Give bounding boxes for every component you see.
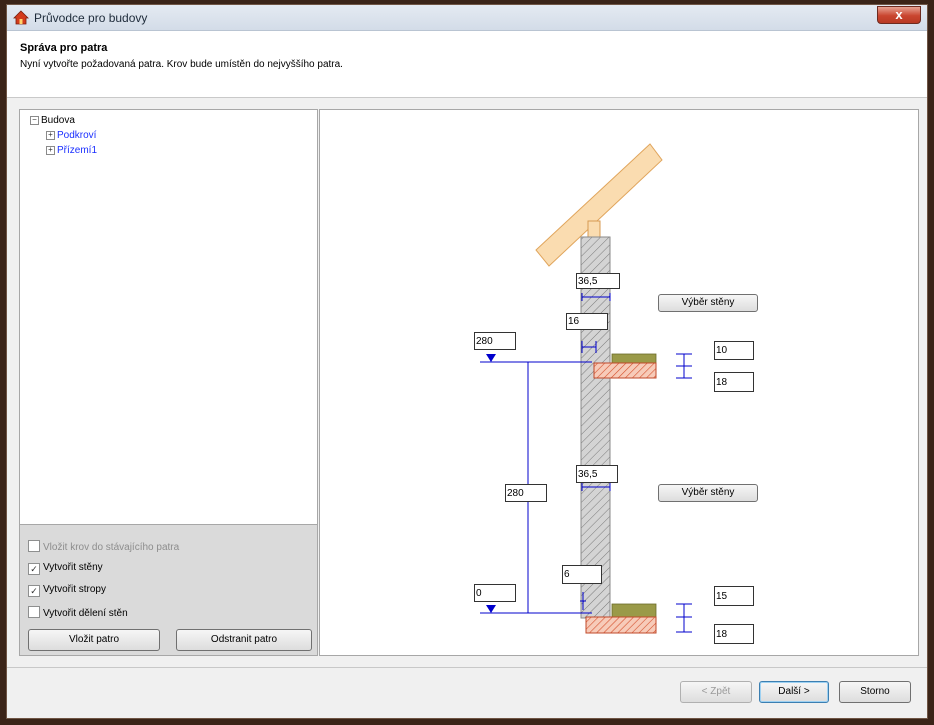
remove-floor-button[interactable]: Odstranit patro bbox=[176, 629, 312, 651]
next-button[interactable]: Další > bbox=[759, 681, 829, 703]
checkbox-checked-icon[interactable]: ✓ bbox=[28, 585, 40, 597]
expand-icon[interactable]: + bbox=[46, 146, 55, 155]
lower-floor-elevation-field[interactable] bbox=[474, 584, 516, 602]
lower-insulation-field[interactable] bbox=[562, 565, 602, 584]
create-wall-division-checkbox[interactable]: Vytvořit dělení stěn bbox=[28, 606, 128, 619]
insert-floor-button[interactable]: Vložit patro bbox=[28, 629, 160, 651]
back-button[interactable]: < Zpět bbox=[680, 681, 752, 703]
wall-section bbox=[580, 236, 611, 619]
roof-post bbox=[587, 220, 601, 239]
section-drawing-panel: Výběr stěny Výběr stěny bbox=[319, 109, 919, 656]
elevation-marker-upper bbox=[486, 354, 496, 362]
tree-item-podkrovi[interactable]: + Podkroví bbox=[46, 130, 96, 141]
upper-slab-bottom-field[interactable] bbox=[714, 372, 754, 392]
upper-wall-select-button[interactable]: Výběr stěny bbox=[658, 294, 758, 312]
checkbox-checked-icon[interactable]: ✓ bbox=[28, 563, 40, 575]
section-drawing bbox=[480, 143, 692, 634]
tree-root-label: Budova bbox=[41, 115, 75, 126]
building-tree: − Budova + Podkroví + Přízemí1 bbox=[19, 109, 318, 525]
lower-slab bbox=[585, 616, 657, 634]
page-subtitle: Nyní vytvořte požadovaná patra. Krov bud… bbox=[20, 59, 343, 70]
lower-slab-bottom-field[interactable] bbox=[714, 624, 754, 644]
house-icon bbox=[13, 10, 29, 25]
upper-insulation-field[interactable] bbox=[566, 313, 608, 330]
collapse-icon[interactable]: − bbox=[30, 116, 39, 125]
window-title: Průvodce pro budovy bbox=[34, 11, 148, 25]
create-ceilings-checkbox[interactable]: ✓ Vytvořit stropy bbox=[28, 584, 106, 597]
footer-divider bbox=[7, 667, 927, 668]
tree-root-item[interactable]: − Budova bbox=[30, 115, 75, 126]
upper-floor-elevation-field[interactable] bbox=[474, 332, 516, 350]
lower-slab-top-field[interactable] bbox=[714, 586, 754, 606]
expand-icon[interactable]: + bbox=[46, 131, 55, 140]
upper-screed bbox=[611, 353, 657, 364]
upper-slab bbox=[593, 362, 657, 379]
checkbox-unchecked-icon[interactable] bbox=[28, 540, 40, 552]
page-title: Správa pro patra bbox=[20, 42, 108, 54]
tree-item-label: Přízemí1 bbox=[57, 145, 98, 156]
lower-wall-select-button[interactable]: Výběr stěny bbox=[658, 484, 758, 502]
upper-slab-top-field[interactable] bbox=[714, 341, 754, 360]
lower-wall-thickness-field[interactable] bbox=[576, 465, 618, 483]
checkbox-unchecked-icon[interactable] bbox=[28, 606, 40, 618]
title-bar: Průvodce pro budovy x bbox=[7, 5, 927, 31]
tree-item-label: Podkroví bbox=[57, 130, 97, 141]
wizard-header: Správa pro patra Nyní vytvořte požadovan… bbox=[7, 31, 927, 98]
floor-height-field[interactable] bbox=[505, 484, 547, 502]
cancel-button[interactable]: Storno bbox=[839, 681, 911, 703]
wizard-window: Průvodce pro budovy x Správa pro patra N… bbox=[6, 4, 928, 719]
insert-roof-checkbox[interactable]: Vložit krov do stávajícího patra bbox=[28, 540, 179, 553]
elevation-marker-lower bbox=[486, 605, 496, 613]
lower-screed bbox=[611, 603, 657, 618]
close-button[interactable]: x bbox=[877, 6, 921, 24]
options-panel: Vložit krov do stávajícího patra ✓ Vytvoř… bbox=[19, 525, 318, 656]
create-walls-checkbox[interactable]: ✓ Vytvořit stěny bbox=[28, 562, 103, 575]
tree-item-prizemi1[interactable]: + Přízemí1 bbox=[46, 145, 97, 156]
upper-wall-thickness-field[interactable] bbox=[576, 273, 620, 289]
